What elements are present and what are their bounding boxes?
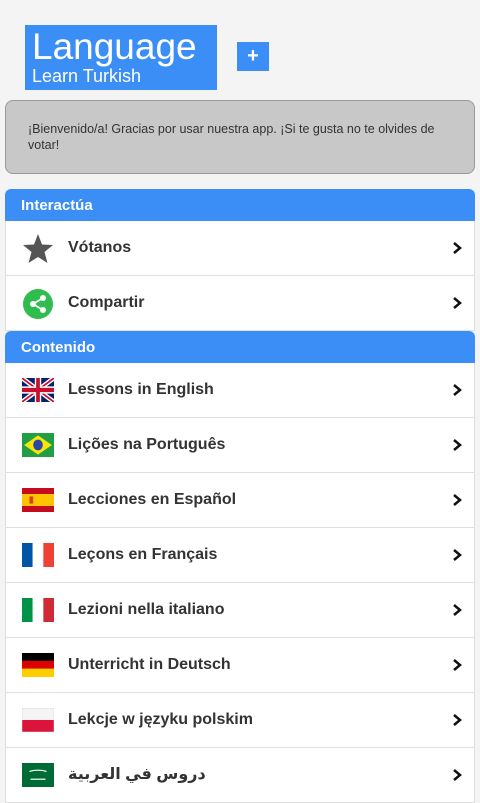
lesson-item-arabic[interactable]: دروس في العربية [5,748,475,803]
chevron-right-icon [453,604,462,616]
vote-label: Vótanos [68,239,132,256]
content-section-header: Contenido [5,331,475,363]
star-icon [23,234,53,263]
logo-subtitle: Learn Turkish [32,66,142,86]
italy-flag-icon [22,598,54,622]
content-panel: Contenido Lessons in English Lições na P… [5,331,475,803]
welcome-notice: ¡Bienvenido/a! Gracias por usar nuestra … [5,100,475,174]
poland-flag-icon [22,708,54,732]
chevron-right-icon [453,714,462,726]
lesson-label: Lições na Português [68,436,226,453]
lesson-item-italian[interactable]: Lezioni nella italiano [5,583,475,638]
lesson-label: Lekcje w języku polskim [68,711,253,728]
logo-title: Language [32,26,197,67]
lesson-label: Leçons en Français [68,546,218,563]
lesson-label: Lessons in English [68,381,214,398]
brazil-flag-icon [22,433,54,457]
chevron-right-icon [453,439,462,451]
chevron-right-icon [453,242,462,254]
interact-section-header: Interactúa [5,189,475,221]
share-label: Compartir [68,294,145,311]
share-item[interactable]: Compartir [5,276,475,331]
chevron-right-icon [453,297,462,309]
france-flag-icon [22,543,54,567]
lesson-item-spanish[interactable]: Lecciones en Español [5,473,475,528]
lesson-item-german[interactable]: Unterricht in Deutsch [5,638,475,693]
lesson-label: Lecciones en Español [68,491,237,508]
spain-flag-icon [22,488,54,512]
lesson-item-portuguese[interactable]: Lições na Português [5,418,475,473]
saudi-flag-icon [22,763,54,787]
lesson-item-french[interactable]: Leçons en Français [5,528,475,583]
add-button[interactable]: + [237,42,269,71]
interact-panel: Interactúa Vótanos Compartir [5,189,475,331]
share-icon [23,289,53,319]
app-header: Language Learn Turkish + [0,0,480,100]
chevron-right-icon [453,549,462,561]
uk-flag-icon [22,378,54,402]
chevron-right-icon [453,384,462,396]
lesson-label: Unterricht in Deutsch [68,656,231,673]
germany-flag-icon [22,653,54,677]
app-logo: Language Learn Turkish [25,25,217,90]
lesson-item-polish[interactable]: Lekcje w języku polskim [5,693,475,748]
welcome-text: ¡Bienvenido/a! Gracias por usar nuestra … [28,122,435,152]
lesson-label: دروس في العربية [68,766,206,783]
chevron-right-icon [453,659,462,671]
chevron-right-icon [453,494,462,506]
lesson-item-english[interactable]: Lessons in English [5,363,475,418]
lesson-label: Lezioni nella italiano [68,601,225,618]
chevron-right-icon [453,769,462,781]
vote-item[interactable]: Vótanos [5,221,475,276]
